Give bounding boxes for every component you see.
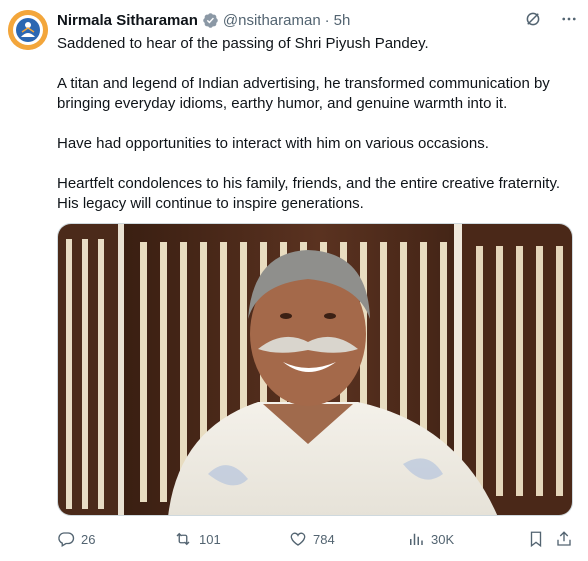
separator-dot: · <box>324 11 330 29</box>
bookmark-button[interactable] <box>527 528 545 550</box>
views-count: 30K <box>431 531 455 547</box>
tweet: Nirmala Sitharaman @nsitharaman · 5h Sad… <box>0 0 588 561</box>
author-name[interactable]: Nirmala Sitharaman <box>57 12 198 29</box>
more-icon[interactable] <box>560 10 578 28</box>
share-icon <box>555 530 573 548</box>
repost-count: 101 <box>199 531 221 547</box>
reply-icon <box>57 530 75 548</box>
verified-badge-icon[interactable] <box>202 12 219 29</box>
bookmark-icon <box>527 530 545 548</box>
tweet-text: Saddened to hear of the passing of Shri … <box>57 34 582 214</box>
like-button[interactable]: 784 <box>289 528 335 550</box>
repost-button[interactable]: 101 <box>173 528 221 550</box>
share-button[interactable] <box>555 528 573 550</box>
action-bar: 26 101 784 30K <box>57 528 573 550</box>
tweet-paragraph: Have had opportunities to interact with … <box>57 135 489 152</box>
tweet-paragraph: Saddened to hear of the passing of Shri … <box>57 35 429 52</box>
top-actions <box>524 10 578 28</box>
like-icon <box>289 530 307 548</box>
tweet-paragraph: A titan and legend of Indian advertising… <box>57 75 550 112</box>
views-icon <box>407 530 425 548</box>
author-handle[interactable]: @nsitharaman <box>223 12 321 29</box>
like-count: 784 <box>313 531 335 547</box>
reply-count: 26 <box>81 531 96 547</box>
tweet-photo[interactable] <box>57 223 573 516</box>
tweet-header: Nirmala Sitharaman @nsitharaman · 5h <box>57 10 350 30</box>
repost-icon <box>173 530 193 548</box>
views-button[interactable]: 30K <box>407 528 454 550</box>
tweet-paragraph: Heartfelt condolences to his family, fri… <box>57 175 561 212</box>
post-time[interactable]: 5h <box>334 12 351 29</box>
avatar[interactable] <box>8 10 48 50</box>
grok-icon[interactable] <box>524 10 542 28</box>
reply-button[interactable]: 26 <box>57 528 95 550</box>
